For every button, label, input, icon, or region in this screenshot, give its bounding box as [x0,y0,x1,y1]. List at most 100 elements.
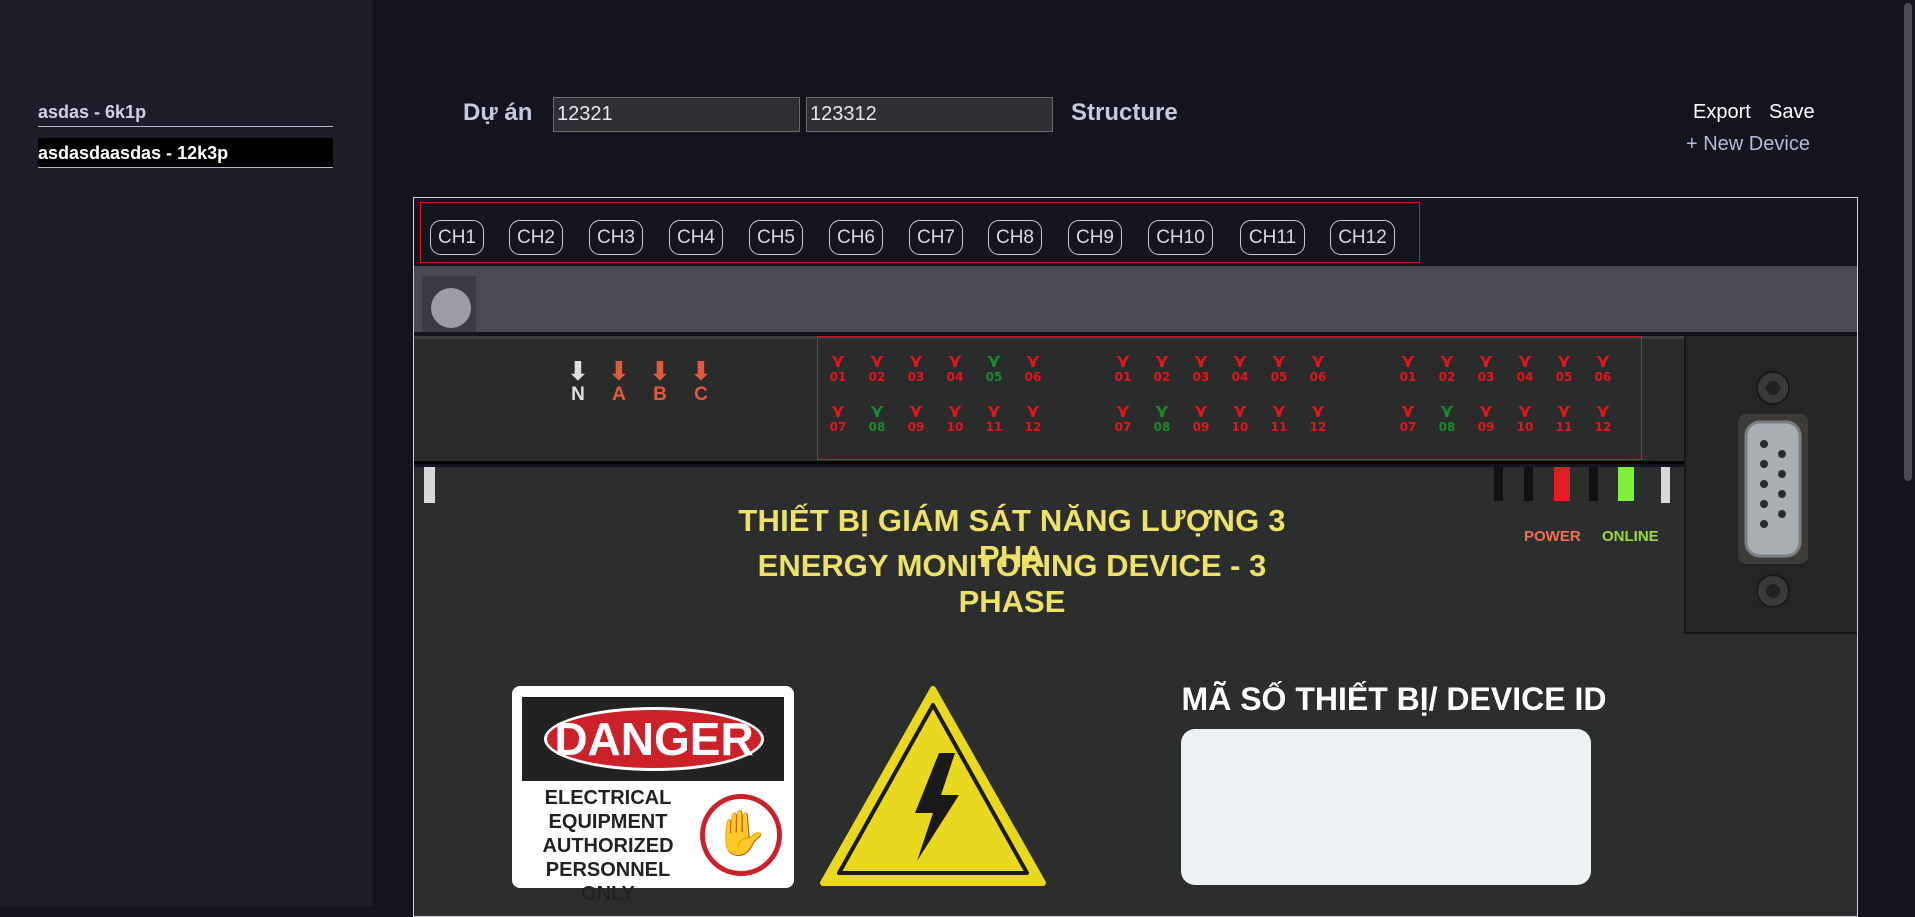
terminal-label: 08 [1153,420,1171,434]
terminal-1-03[interactable]: ⋎ 03 [900,350,932,385]
project-input-2[interactable] [806,97,1053,132]
terminal-1-09[interactable]: ⋎ 09 [900,402,932,435]
channel-button-4[interactable]: CH4 [669,220,723,255]
terminal-1-04[interactable]: ⋎ 04 [939,352,971,385]
terminal-3-06[interactable]: ⋎ 06 [1587,350,1619,385]
high-voltage-icon [820,686,1046,886]
scrollbar-thumb[interactable] [1904,3,1912,481]
channel-bar: CH1 CH2 CH3 CH4 CH5 CH6 CH7 CH8 CH9 CH10 CH11 CH12 [420,202,1420,263]
channel-button-10[interactable]: CH10 [1148,220,1213,255]
terminal-label: 10 [946,420,964,434]
terminal-label: 03 [1477,370,1495,384]
terminal-1-11[interactable]: ⋎ 11 [978,402,1010,435]
terminal-3-09[interactable]: ⋎ 09 [1470,402,1502,435]
terminal-3-11[interactable]: ⋎ 11 [1548,402,1580,435]
new-device-button[interactable]: + New Device [1686,133,1810,156]
phase-c-indicator: ⬇ C [689,358,713,406]
terminal-1-12[interactable]: ⋎ 12 [1017,400,1049,435]
terminal-2-06[interactable]: ⋎ 06 [1302,350,1334,385]
terminal-3-10[interactable]: ⋎ 10 [1509,402,1541,435]
status-led [1494,467,1503,501]
terminal-1-02[interactable]: ⋎ 02 [861,350,893,385]
terminal-1-06[interactable]: ⋎ 06 [1017,352,1049,385]
project-item-selected[interactable]: asdasdaasdas - 12k3p [38,138,333,168]
terminal-connector-icon: ⋎ [1115,350,1131,372]
terminal-label: 05 [1555,370,1573,384]
terminal-label: 11 [985,420,1003,434]
terminal-2-10[interactable]: ⋎ 10 [1224,402,1256,435]
rail-knob-icon [422,276,476,332]
channel-button-6[interactable]: CH6 [829,220,883,255]
terminal-label: 09 [1477,420,1495,434]
terminal-1-07[interactable]: ⋎ 07 [822,400,854,435]
side-lower-panel [1684,632,1857,916]
terminal-2-04[interactable]: ⋎ 04 [1224,352,1256,385]
export-button[interactable]: Export [1693,101,1751,124]
channel-button-12[interactable]: CH12 [1330,220,1395,255]
danger-sign: DANGER ELECTRICAL EQUIPMENT AUTHORIZED P… [512,686,794,905]
page-scrollbar[interactable] [1901,0,1915,907]
save-button[interactable]: Save [1769,101,1815,124]
terminal-connector-icon: ⋎ [1310,350,1326,372]
power-led [1554,467,1570,501]
terminal-2-09[interactable]: ⋎ 09 [1185,402,1217,435]
terminal-connector-icon: ⋎ [869,400,885,422]
channel-button-11[interactable]: CH11 [1240,220,1305,255]
terminal-label: 04 [1516,370,1534,384]
terminal-connector-icon: ⋎ [830,350,846,372]
terminal-3-08[interactable]: ⋎ 08 [1431,402,1463,435]
online-label: ONLINE [1602,528,1659,545]
project-item[interactable]: asdas - 6k1p [38,97,333,127]
terminal-2-07[interactable]: ⋎ 07 [1107,400,1139,435]
terminal-3-07[interactable]: ⋎ 07 [1392,402,1424,435]
terminal-3-01[interactable]: ⋎ 01 [1392,352,1424,385]
terminal-connector-icon: ⋎ [1439,350,1455,372]
terminal-connector-icon: ⋎ [1025,400,1041,422]
status-led-white [424,467,435,503]
status-led [1589,467,1598,501]
channel-button-9[interactable]: CH9 [1068,220,1122,255]
terminal-3-05[interactable]: ⋎ 05 [1548,352,1580,385]
terminal-label: 10 [1516,420,1534,434]
phase-n-indicator: ⬇ N [566,358,590,406]
terminal-2-02[interactable]: ⋎ 02 [1146,352,1178,385]
terminal-connector-icon: ⋎ [830,400,846,422]
db9-connector-icon [1738,371,1808,608]
terminal-1-08[interactable]: ⋎ 08 [861,400,893,435]
terminal-1-10[interactable]: ⋎ 10 [939,402,971,435]
channel-button-7[interactable]: CH7 [909,220,963,255]
terminal-label: 03 [907,370,925,384]
terminal-label: 09 [907,420,925,434]
terminal-2-01[interactable]: ⋎ 01 [1107,350,1139,385]
channel-button-2[interactable]: CH2 [509,220,563,255]
terminal-2-11[interactable]: ⋎ 11 [1263,402,1295,435]
terminal-3-04[interactable]: ⋎ 04 [1509,352,1541,385]
terminal-3-12[interactable]: ⋎ 12 [1587,400,1619,435]
channel-button-8[interactable]: CH8 [988,220,1042,255]
terminal-2-05[interactable]: ⋎ 05 [1263,352,1295,385]
danger-header: DANGER [522,697,784,781]
channel-button-1[interactable]: CH1 [430,220,484,255]
phase-label: A [612,384,626,405]
terminal-3-02[interactable]: ⋎ 02 [1431,350,1463,385]
terminal-connector-icon: ⋎ [908,350,924,372]
terminal-label: 07 [1399,420,1417,434]
terminal-connector-icon: ⋎ [1115,400,1131,422]
device-panel: CH1 CH2 CH3 CH4 CH5 CH6 CH7 CH8 CH9 CH10 CH11 CH12 … [413,197,1858,917]
terminal-label: 06 [1594,370,1612,384]
terminal-connector-icon: ⋎ [1595,350,1611,372]
terminal-2-08[interactable]: ⋎ 08 [1146,402,1178,435]
channel-button-5[interactable]: CH5 [749,220,803,255]
terminal-label: 06 [1024,370,1042,384]
terminal-1-01[interactable]: ⋎ 01 [822,350,854,385]
project-input-1[interactable] [553,97,800,132]
terminal-label: 11 [1555,420,1573,434]
terminal-2-03[interactable]: ⋎ 03 [1185,352,1217,385]
terminal-1-05[interactable]: ⋎ 05 [978,352,1010,385]
terminal-connector-icon: ⋎ [869,350,885,372]
channel-button-3[interactable]: CH3 [589,220,643,255]
terminal-2-12[interactable]: ⋎ 12 [1302,402,1334,435]
terminal-3-03[interactable]: ⋎ 03 [1470,352,1502,385]
terminal-label: 11 [1270,420,1288,434]
terminal-connector-icon: ⋎ [1595,400,1611,422]
